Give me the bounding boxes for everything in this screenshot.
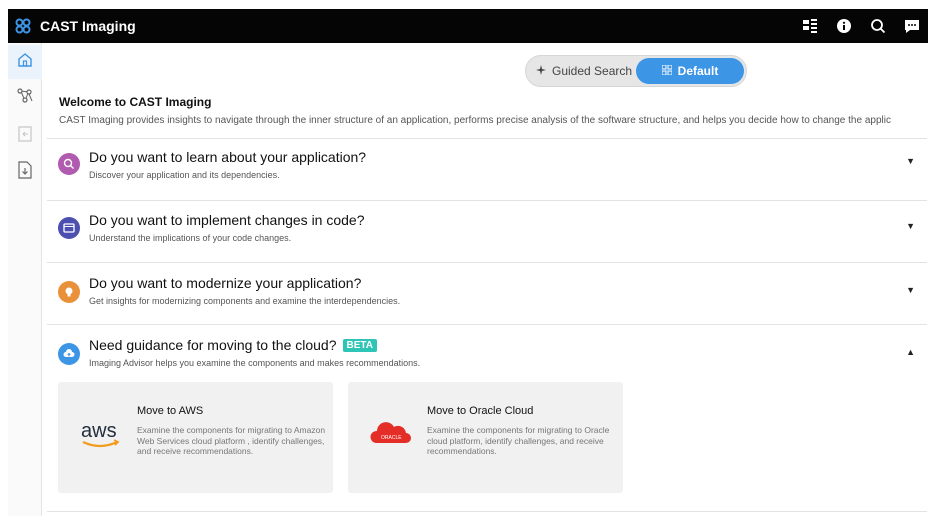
welcome-description: CAST Imaging provides insights to naviga… bbox=[59, 115, 891, 126]
section-description: Discover your application and its depend… bbox=[89, 170, 280, 180]
search-icon[interactable] bbox=[870, 18, 886, 34]
cast-logo-icon[interactable] bbox=[8, 18, 38, 34]
section-title-row[interactable]: Need guidance for moving to the cloud? B… bbox=[89, 337, 377, 353]
default-mode-label: Default bbox=[677, 64, 719, 78]
main-content: Guided Search Default Welcome to CAST Im… bbox=[42, 43, 928, 516]
default-mode-button[interactable]: Default bbox=[636, 58, 744, 84]
guided-search-label: Guided Search bbox=[552, 64, 633, 78]
divider bbox=[47, 511, 927, 512]
move-to-aws-card[interactable]: aws Move to AWS Examine the components f… bbox=[58, 382, 333, 493]
aws-logo-icon: aws bbox=[76, 414, 126, 454]
chevron-up-icon[interactable]: ▲ bbox=[906, 347, 915, 357]
code-window-icon bbox=[58, 217, 80, 239]
card-title: Move to AWS bbox=[137, 405, 204, 417]
mode-toggle: Guided Search Default bbox=[525, 55, 747, 87]
section-description: Understand the implications of your code… bbox=[89, 233, 292, 243]
sidebar-item-home[interactable] bbox=[8, 45, 42, 79]
beta-badge: BETA bbox=[342, 338, 377, 352]
chevron-down-icon[interactable]: ▼ bbox=[906, 156, 915, 166]
left-sidebar bbox=[8, 43, 42, 516]
chevron-down-icon[interactable]: ▼ bbox=[906, 285, 915, 295]
card-title: Move to Oracle Cloud bbox=[427, 405, 534, 417]
grid-icon bbox=[661, 64, 673, 78]
oracle-logo-icon: ORACLE bbox=[366, 414, 416, 454]
guided-search-button[interactable]: Guided Search bbox=[536, 58, 632, 84]
section-modernize-application[interactable]: Do you want to modernize your applicatio… bbox=[47, 262, 927, 324]
welcome-title: Welcome to CAST Imaging bbox=[59, 95, 212, 109]
sidebar-item-graph[interactable] bbox=[8, 81, 42, 115]
sparkle-icon bbox=[536, 64, 546, 78]
grid-layout-icon[interactable] bbox=[802, 18, 818, 34]
home-icon bbox=[17, 52, 33, 73]
info-icon[interactable] bbox=[836, 18, 852, 34]
move-to-oracle-card[interactable]: ORACLE Move to Oracle Cloud Examine the … bbox=[348, 382, 623, 493]
oracle-logo-text: ORACLE bbox=[381, 435, 402, 441]
section-title: Do you want to implement changes in code… bbox=[89, 212, 365, 228]
section-title: Do you want to learn about your applicat… bbox=[89, 149, 367, 165]
graph-icon bbox=[16, 87, 34, 110]
aws-logo-text: aws bbox=[81, 420, 117, 442]
card-description: Examine the components for migrating to … bbox=[427, 425, 610, 456]
lightbulb-icon bbox=[58, 281, 80, 303]
app-title: CAST Imaging bbox=[40, 18, 136, 34]
card-description: Examine the components for migrating to … bbox=[137, 425, 326, 456]
discover-icon bbox=[58, 153, 80, 175]
document-compare-icon bbox=[17, 125, 33, 148]
section-learn-application[interactable]: Do you want to learn about your applicat… bbox=[47, 138, 927, 200]
section-title: Need guidance for moving to the cloud? bbox=[89, 337, 337, 353]
section-description: Imaging Advisor helps you examine the co… bbox=[89, 358, 421, 368]
sidebar-item-compare[interactable] bbox=[8, 119, 42, 153]
top-bar: CAST Imaging bbox=[8, 9, 928, 43]
section-title: Do you want to modernize your applicatio… bbox=[89, 275, 362, 291]
document-download-icon bbox=[17, 160, 33, 184]
sidebar-item-download[interactable] bbox=[8, 155, 42, 189]
chevron-down-icon[interactable]: ▼ bbox=[906, 221, 915, 231]
section-description: Get insights for modernizing components … bbox=[89, 296, 401, 306]
chat-icon[interactable] bbox=[904, 18, 920, 34]
section-implement-changes[interactable]: Do you want to implement changes in code… bbox=[47, 200, 927, 262]
cloud-upload-icon bbox=[58, 343, 80, 365]
